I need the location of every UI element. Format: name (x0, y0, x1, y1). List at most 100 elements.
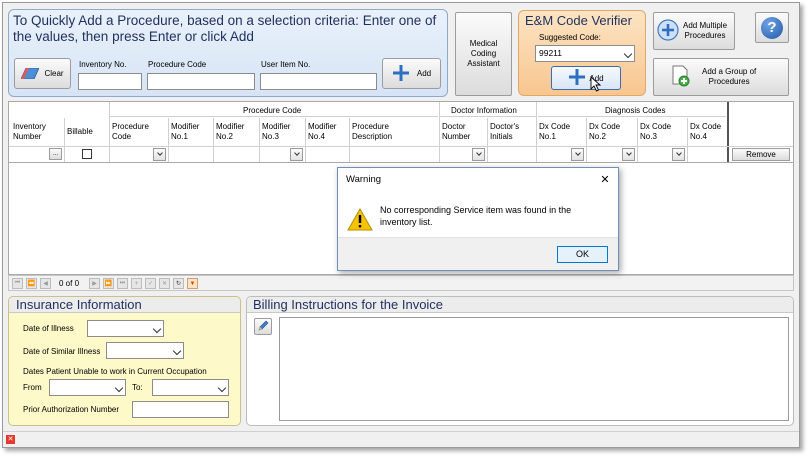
col-dx-code-1: Dx Code No.1 (539, 122, 571, 141)
add-multiple-procedures-button[interactable]: Add Multiple Procedures (653, 12, 735, 50)
billing-edit-button[interactable] (254, 318, 272, 335)
chevron-down-icon (114, 383, 124, 393)
em-verifier-panel: E&M Code Verifier Suggested Code: 99211 … (518, 10, 646, 96)
add-group-line2: Procedures (708, 77, 750, 86)
clear-button[interactable]: Clear (14, 58, 71, 89)
chevron-down-icon (294, 150, 300, 156)
user-item-no-input[interactable] (260, 73, 377, 90)
procedure-code-filter-dropdown[interactable] (153, 148, 166, 161)
document-add-icon (672, 65, 690, 89)
dx-code-2-filter-dropdown[interactable] (622, 148, 635, 161)
from-label: From (23, 383, 42, 392)
col-modifier-4: Modifier No.4 (308, 122, 337, 141)
add-group-line1: Add a Group of (702, 67, 757, 76)
save-record-icon[interactable]: ✓ (145, 278, 156, 289)
prev-page-icon[interactable]: ◀ (40, 278, 51, 289)
add-record-icon[interactable]: + (131, 278, 142, 289)
status-bar (3, 431, 799, 447)
plus-icon (392, 64, 410, 84)
dialog-message-line1: No corresponding Service item was found … (380, 205, 572, 215)
warning-triangle-icon (347, 207, 373, 233)
insurance-title: Insurance Information (16, 297, 142, 312)
medical-coding-assistant-button[interactable]: Medical Coding Assistant (455, 12, 512, 96)
chevron-down-icon (157, 150, 163, 156)
chevron-down-icon (676, 150, 682, 156)
prior-auth-input[interactable] (132, 401, 229, 418)
next-group-icon[interactable]: ⏩ (103, 278, 114, 289)
dates-unable-label: Dates Patient Unable to work in Current … (23, 367, 207, 376)
insurance-panel: Insurance Information Date of Illness Da… (8, 296, 241, 426)
add-group-procedures-button[interactable]: Add a Group of Procedures (653, 58, 789, 96)
medical-coding-line3: Assistant (467, 59, 500, 68)
procedure-code-label: Procedure Code (148, 60, 207, 69)
billable-checkbox[interactable] (82, 149, 92, 159)
chevron-down-icon (623, 49, 633, 59)
inventory-no-input[interactable] (78, 73, 142, 90)
help-button[interactable]: ? (755, 12, 789, 43)
warning-dialog: Warning ✕ No corresponding Service item … (337, 167, 619, 271)
prev-group-icon[interactable]: ⏪ (26, 278, 37, 289)
group-doctor-info: Doctor Information (451, 106, 517, 115)
add-circle-icon (657, 19, 679, 43)
dialog-close-button[interactable]: ✕ (596, 172, 614, 188)
to-label: To: (132, 383, 143, 392)
cancel-record-icon[interactable]: ✕ (159, 278, 170, 289)
error-indicator-icon: ✕ (6, 435, 15, 444)
col-inventory-number: Inventory Number (13, 122, 46, 141)
quick-add-title-line2: the values, then press Enter or click Ad… (13, 29, 254, 44)
dx-code-3-filter-dropdown[interactable] (672, 148, 685, 161)
group-diagnosis-codes: Diagnosis Codes (605, 106, 666, 115)
date-similar-illness-label: Date of Similar Illness (23, 347, 101, 356)
first-page-icon[interactable]: ⏮ (12, 278, 23, 289)
billing-title: Billing Instructions for the Invoice (253, 297, 444, 312)
col-doctor-number: Doctor Number (442, 122, 471, 141)
modifier-3-filter-dropdown[interactable] (290, 148, 303, 161)
to-date-select[interactable] (152, 379, 229, 396)
chevron-down-icon (575, 150, 581, 156)
quick-add-title-line1: To Quickly Add a Procedure, based on a s… (13, 13, 437, 28)
billing-panel: Billing Instructions for the Invoice (246, 296, 794, 426)
add-multiple-line1: Add Multiple (683, 21, 728, 30)
filter-icon[interactable]: ▼ (187, 278, 198, 289)
chevron-down-icon (152, 324, 162, 334)
from-date-select[interactable] (49, 379, 126, 396)
last-page-icon[interactable]: ⏭ (117, 278, 128, 289)
col-procedure-code: Procedure Code (112, 122, 149, 141)
dialog-title: Warning (346, 174, 382, 185)
chevron-down-icon (217, 383, 227, 393)
medical-coding-line1: Medical (469, 39, 498, 48)
billing-instructions-textarea[interactable] (279, 317, 789, 421)
col-modifier-3: Modifier No.3 (262, 122, 291, 141)
inventory-lookup-button[interactable]: ... (49, 148, 62, 160)
eraser-icon (20, 67, 41, 80)
chevron-down-icon (626, 150, 632, 156)
col-billable: Billable (67, 127, 93, 136)
date-of-illness-label: Date of Illness (23, 324, 74, 333)
date-similar-illness-select[interactable] (106, 342, 184, 359)
em-verifier-title: E&M Code Verifier (525, 13, 632, 28)
add-multiple-line2: Procedures (684, 31, 726, 40)
next-page-icon[interactable]: ▶ (89, 278, 100, 289)
plus-icon (568, 68, 586, 88)
dx-code-1-filter-dropdown[interactable] (571, 148, 584, 161)
suggested-code-select[interactable]: 99211 (535, 45, 635, 62)
quick-add-panel: To Quickly Add a Procedure, based on a s… (8, 9, 448, 97)
em-add-button[interactable]: Add (551, 66, 621, 92)
dialog-footer: OK (338, 237, 618, 270)
dialog-message-line2: inventory list. (380, 217, 433, 227)
quick-add-button[interactable]: Add (382, 58, 441, 89)
doctor-number-filter-dropdown[interactable] (472, 148, 485, 161)
remove-button[interactable]: Remove (732, 148, 790, 161)
procedure-code-input[interactable] (147, 73, 255, 90)
date-of-illness-select[interactable] (87, 320, 164, 337)
clear-button-label: Clear (44, 69, 64, 78)
refresh-icon[interactable]: ↻ (173, 278, 184, 289)
help-icon: ? (761, 16, 783, 39)
ok-button[interactable]: OK (557, 246, 608, 263)
pager-text: 0 of 0 (59, 279, 80, 288)
prior-auth-label: Prior Authorization Number (23, 405, 120, 414)
procedure-window: To Quickly Add a Procedure, based on a s… (2, 2, 800, 448)
user-item-no-label: User Item No. (261, 60, 311, 69)
col-doctor-initials: Doctor's Initials (490, 122, 520, 141)
suggested-code-label: Suggested Code: (539, 33, 601, 42)
